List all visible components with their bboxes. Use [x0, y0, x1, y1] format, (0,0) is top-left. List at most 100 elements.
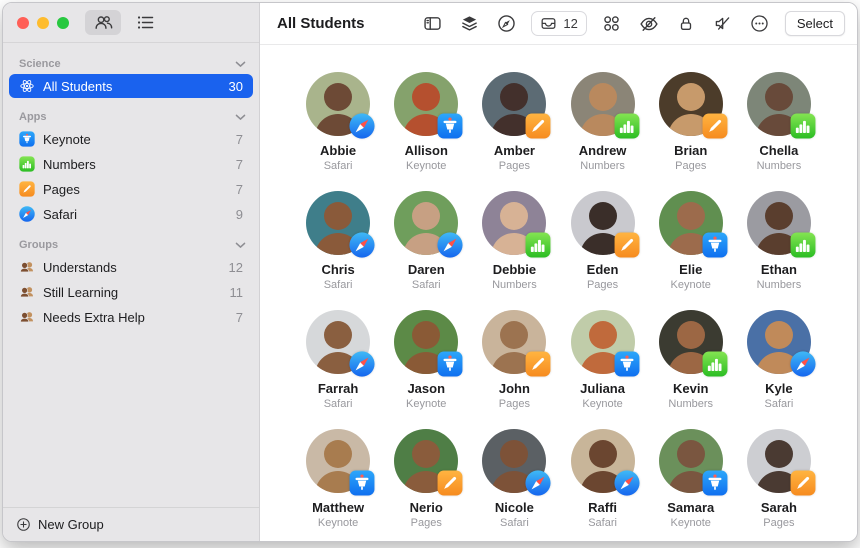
- student-card-farrah[interactable]: Farrah Safari: [294, 303, 382, 422]
- student-card-amber[interactable]: Amber Pages: [470, 65, 558, 184]
- sidebar-item-count: 7: [235, 131, 243, 147]
- student-card-abbie[interactable]: Abbie Safari: [294, 65, 382, 184]
- mute-button[interactable]: [711, 12, 735, 36]
- student-card-eden[interactable]: Eden Pages: [558, 184, 646, 303]
- student-name: Eden: [586, 262, 619, 277]
- sidebar-item-understands[interactable]: Understands 12: [9, 255, 253, 279]
- student-app-label: Numbers: [756, 160, 802, 172]
- compass-button[interactable]: [494, 12, 518, 36]
- list-view-button[interactable]: [127, 10, 163, 35]
- app-grid-button[interactable]: [600, 12, 624, 36]
- student-card-jason[interactable]: Jason Keynote: [382, 303, 470, 422]
- new-group-label: New Group: [38, 517, 104, 532]
- avatar: [746, 310, 816, 377]
- student-app-label: Safari: [323, 398, 353, 410]
- student-name: Ethan: [760, 262, 797, 277]
- plus-circle-icon: [17, 518, 30, 531]
- sidebar-sections: Science All Students 30 Apps Keynote 7 Numbers…: [3, 43, 259, 507]
- student-card-debbie[interactable]: Debbie Numbers: [470, 184, 558, 303]
- sidebar-titlebar: [3, 3, 259, 43]
- pages-badge-icon: [614, 232, 640, 258]
- student-card-nerio[interactable]: Nerio Pages: [382, 422, 470, 541]
- section-label: Groups: [19, 239, 59, 251]
- view-toggle: [85, 10, 163, 35]
- student-card-allison[interactable]: Allison Keynote: [382, 65, 470, 184]
- student-card-sarah[interactable]: Sarah Pages: [735, 422, 823, 541]
- sidebar-item-count: 30: [228, 78, 243, 94]
- student-card-chris[interactable]: Chris Safari: [294, 184, 382, 303]
- student-card-brian[interactable]: Brian Pages: [647, 65, 735, 184]
- safari-badge-icon: [349, 351, 375, 377]
- lock-button[interactable]: [674, 12, 698, 36]
- sidebar-item-pages[interactable]: Pages 7: [9, 177, 253, 201]
- safari-badge-icon: [613, 470, 640, 496]
- sidebar-item-keynote[interactable]: Keynote 7: [9, 127, 253, 151]
- sidebar-item-label: Safari: [43, 206, 77, 222]
- student-card-daren[interactable]: Daren Safari: [382, 184, 470, 303]
- student-card-kyle[interactable]: Kyle Safari: [735, 303, 823, 422]
- student-app-label: Numbers: [756, 279, 802, 291]
- keynote-badge-icon: [437, 113, 463, 139]
- student-card-raffi[interactable]: Raffi Safari: [558, 422, 646, 541]
- student-card-chella[interactable]: Chella Numbers: [735, 65, 823, 184]
- student-card-john[interactable]: John Pages: [470, 303, 558, 422]
- traffic-light-minimize[interactable]: [37, 16, 49, 29]
- student-card-ethan[interactable]: Ethan Numbers: [735, 184, 823, 303]
- student-name: Raffi: [588, 500, 618, 515]
- traffic-light-zoom[interactable]: [57, 16, 69, 29]
- student-app-label: Pages: [498, 160, 530, 172]
- hide-screen-button[interactable]: [637, 12, 661, 36]
- chevron-down-icon[interactable]: [235, 114, 246, 121]
- student-card-matthew[interactable]: Matthew Keynote: [294, 422, 382, 541]
- student-card-samara[interactable]: Samara Keynote: [647, 422, 735, 541]
- sidebar-item-numbers[interactable]: Numbers 7: [9, 152, 253, 176]
- sidebar-item-needs-extra-help[interactable]: Needs Extra Help 7: [9, 305, 253, 329]
- student-name: John: [498, 381, 530, 396]
- avatar: [658, 72, 728, 139]
- student-card-juliana[interactable]: Juliana Keynote: [558, 303, 646, 422]
- invite-tray-button[interactable]: 12: [531, 11, 587, 36]
- new-group-button[interactable]: New Group: [3, 507, 259, 541]
- numbers-badge-icon: [790, 232, 816, 258]
- traffic-light-close[interactable]: [17, 16, 29, 29]
- sidebar-item-all-students[interactable]: All Students 30: [9, 74, 253, 98]
- avatar: [394, 310, 463, 377]
- student-name: Andrew: [578, 143, 627, 158]
- chevron-down-icon[interactable]: [235, 242, 246, 249]
- avatar: [570, 429, 640, 496]
- people-view-button[interactable]: [85, 10, 121, 35]
- avatar: [306, 72, 375, 139]
- avatar: [394, 72, 463, 139]
- chevron-down-icon[interactable]: [235, 61, 246, 68]
- student-card-nicole[interactable]: Nicole Safari: [470, 422, 558, 541]
- sidebar-item-label: Needs Extra Help: [43, 309, 145, 325]
- group-icon: [19, 284, 35, 300]
- student-card-elie[interactable]: Elie Keynote: [647, 184, 735, 303]
- sidebar-item-still-learning[interactable]: Still Learning 11: [9, 280, 253, 304]
- student-grid: Abbie Safari Allison Keynote Amber Pages Andre…: [260, 45, 857, 541]
- student-card-kevin[interactable]: Kevin Numbers: [647, 303, 735, 422]
- student-app-label: Numbers: [492, 279, 537, 291]
- sidebar-toggle-button[interactable]: [420, 12, 444, 36]
- student-card-andrew[interactable]: Andrew Numbers: [558, 65, 646, 184]
- safari-badge-icon: [349, 232, 375, 258]
- sidebar-section-header-apps: Apps: [3, 108, 259, 126]
- select-button[interactable]: Select: [784, 11, 845, 36]
- avatar: [570, 310, 640, 377]
- keynote-icon: [19, 131, 35, 147]
- avatar: [306, 191, 375, 258]
- avatar: [746, 191, 816, 258]
- avatar: [746, 72, 816, 139]
- sidebar-item-label: Pages: [43, 181, 80, 197]
- student-app-label: Keynote: [670, 279, 711, 291]
- pages-badge-icon: [437, 470, 463, 496]
- people-icon: [94, 16, 112, 29]
- student-name: Daren: [407, 262, 445, 277]
- invite-count: 12: [563, 16, 578, 31]
- numbers-badge-icon: [702, 351, 728, 377]
- sidebar-item-count: 9: [235, 206, 243, 222]
- more-button[interactable]: [748, 12, 772, 36]
- layers-button[interactable]: [457, 12, 481, 36]
- sidebar-item-safari[interactable]: Safari 9: [9, 202, 253, 226]
- student-name: Allison: [404, 143, 448, 158]
